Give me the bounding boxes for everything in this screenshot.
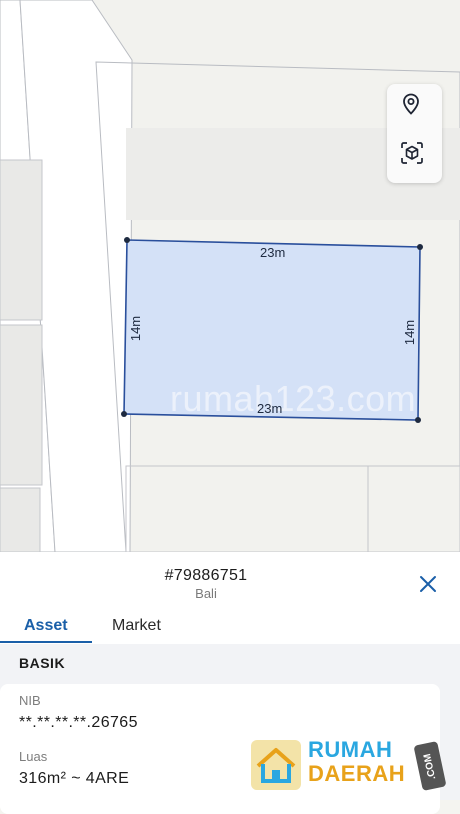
nib-label: NIB <box>19 693 41 708</box>
parcel-south-2 <box>367 465 460 552</box>
tab-bar: Asset Market <box>0 614 460 644</box>
location-button[interactable] <box>399 92 429 122</box>
plot-region: Bali <box>195 586 217 601</box>
parcel-south-1 <box>125 465 369 552</box>
logo-suffix: .COM <box>413 741 447 791</box>
parcel-right-dimension: 14m <box>402 319 418 346</box>
area-label: Luas <box>19 749 48 764</box>
plot-id: #79886751 <box>164 567 248 584</box>
logo-line-1: RUMAH <box>308 737 393 762</box>
rumah-daerah-logo: RUMAH DAERAH .COM <box>250 737 450 793</box>
tab-asset[interactable]: Asset <box>24 617 68 635</box>
location-pin-icon <box>403 93 419 115</box>
parcel-vertex <box>124 237 130 243</box>
area-value: 316m² ~ 4ARE <box>19 770 130 787</box>
parcel-vertex <box>121 411 127 417</box>
nib-value: **.**.**.**.26765 <box>19 714 138 731</box>
3d-box-icon <box>401 142 423 164</box>
house-logo-icon <box>251 740 301 790</box>
watermark-text: rumah123.com <box>170 378 417 419</box>
map-view[interactable]: rumah123.com 23m 23m 14m 14m <box>0 0 460 552</box>
map-canvas <box>0 0 460 552</box>
3d-view-button[interactable] <box>399 140 429 170</box>
map-controls <box>387 84 442 183</box>
tab-market[interactable]: Market <box>112 617 161 635</box>
parcel-bottom-dimension: 23m <box>257 401 283 416</box>
section-title: BASIK <box>19 655 66 671</box>
parcel-left-dimension: 14m <box>128 315 144 342</box>
logo-line-2: DAERAH <box>308 761 406 786</box>
parcel-top-dimension: 23m <box>260 245 286 260</box>
parcel-vertex <box>417 244 423 250</box>
parcel-west-1 <box>0 159 43 321</box>
parcel-west-2 <box>0 324 43 486</box>
close-icon <box>420 576 436 592</box>
parcel-west-3 <box>0 487 41 552</box>
active-tab-indicator <box>0 641 92 643</box>
close-button[interactable] <box>416 572 440 596</box>
